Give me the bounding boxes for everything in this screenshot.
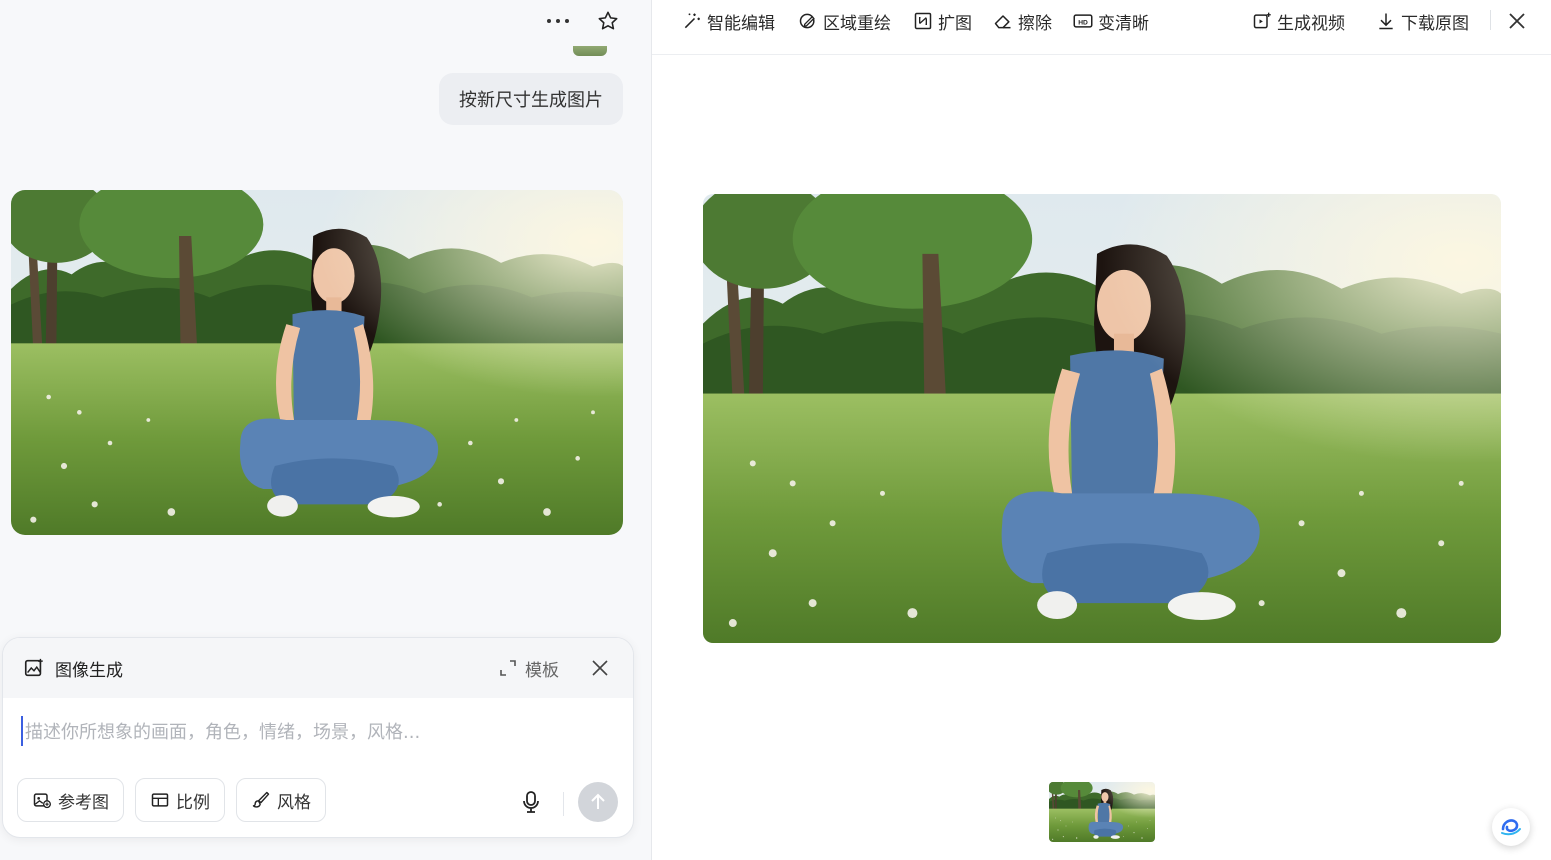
user-message-bubble: 按新尺寸生成图片 xyxy=(439,73,623,125)
arrow-up-icon xyxy=(591,793,605,809)
composer-options: 参考图 比例 风格 xyxy=(17,778,326,822)
aspect-ratio-button[interactable]: 比例 xyxy=(135,778,225,822)
download-original-label: 下载原图 xyxy=(1401,13,1469,34)
expand-icon xyxy=(500,660,516,676)
microphone-icon xyxy=(523,791,539,813)
region-redraw-label: 区域重绘 xyxy=(823,13,891,34)
reference-image-icon xyxy=(33,793,51,809)
close-icon xyxy=(1509,13,1525,29)
smart-edit-button[interactable]: 智能编辑 xyxy=(682,8,775,34)
more-horizontal-icon xyxy=(547,19,569,23)
composer-close-button[interactable] xyxy=(587,655,613,681)
image-generate-icon xyxy=(24,658,43,677)
composer-header: 图像生成 模板 xyxy=(3,638,633,698)
close-icon xyxy=(592,660,608,676)
smart-edit-label: 智能编辑 xyxy=(707,13,775,34)
video-icon xyxy=(1253,12,1271,29)
more-options-button[interactable] xyxy=(545,8,571,34)
magic-wand-icon xyxy=(684,13,700,29)
send-button[interactable] xyxy=(578,782,618,822)
generate-video-button[interactable]: 生成视频 xyxy=(1252,8,1345,34)
hd-icon: HD xyxy=(1073,14,1093,28)
style-label: 风格 xyxy=(277,792,311,813)
viewer-toolbar: 智能编辑 区域重绘 扩图 擦除 HD 变清晰 生成视频 下载原图 xyxy=(652,0,1551,55)
style-button[interactable]: 风格 xyxy=(236,778,326,822)
assistant-logo-icon xyxy=(1498,814,1524,840)
generated-image[interactable] xyxy=(11,190,623,535)
expand-image-icon xyxy=(914,12,932,30)
region-redraw-icon xyxy=(799,13,815,29)
close-viewer-button[interactable] xyxy=(1504,8,1530,34)
previous-image-thumbnail[interactable] xyxy=(573,46,607,56)
voice-input-button[interactable] xyxy=(521,790,541,814)
hd-badge-text: HD xyxy=(1078,19,1088,26)
enhance-clarity-button[interactable]: HD 变清晰 xyxy=(1073,8,1149,34)
eraser-icon xyxy=(994,15,1011,29)
prompt-placeholder: 描述你所想象的画面，角色，情绪，场景，风格... xyxy=(25,722,421,743)
composer-title: 图像生成 xyxy=(55,660,123,681)
reference-image-label: 参考图 xyxy=(58,792,109,813)
expand-image-button[interactable]: 扩图 xyxy=(913,8,972,34)
image-viewer-panel: 智能编辑 区域重绘 扩图 擦除 HD 变清晰 生成视频 下载原图 xyxy=(652,0,1551,860)
aspect-ratio-label: 比例 xyxy=(176,792,210,813)
erase-label: 擦除 xyxy=(1018,13,1052,34)
download-original-button[interactable]: 下载原图 xyxy=(1376,8,1469,34)
toolbar-divider xyxy=(1490,10,1491,30)
favorite-button[interactable] xyxy=(595,8,621,34)
generate-video-label: 生成视频 xyxy=(1277,13,1345,34)
expand-image-label: 扩图 xyxy=(938,13,972,34)
region-redraw-button[interactable]: 区域重绘 xyxy=(798,8,891,34)
aspect-ratio-icon xyxy=(151,793,169,807)
assistant-button[interactable] xyxy=(1492,808,1530,846)
image-thumbnail[interactable] xyxy=(1049,782,1155,842)
download-icon xyxy=(1379,13,1393,30)
user-message-text: 按新尺寸生成图片 xyxy=(459,90,603,111)
chat-panel: 按新尺寸生成图片 图像生成 模板 描述你所想象的画面，角色，情绪，场景，风格..… xyxy=(0,0,652,860)
enhance-clarity-label: 变清晰 xyxy=(1098,13,1149,34)
brush-icon xyxy=(252,791,270,808)
reference-image-button[interactable]: 参考图 xyxy=(17,778,124,822)
template-label: 模板 xyxy=(525,660,559,681)
chat-top-actions xyxy=(545,8,621,34)
prompt-input[interactable]: 描述你所想象的画面，角色，情绪，场景，风格... xyxy=(21,716,615,746)
composer-divider xyxy=(563,792,564,816)
preview-image[interactable] xyxy=(703,194,1501,643)
image-generation-composer: 图像生成 模板 描述你所想象的画面，角色，情绪，场景，风格... 参考图 比例 … xyxy=(2,637,634,838)
template-button[interactable]: 模板 xyxy=(499,656,559,681)
star-icon xyxy=(598,11,618,30)
erase-button[interactable]: 擦除 xyxy=(993,8,1052,34)
